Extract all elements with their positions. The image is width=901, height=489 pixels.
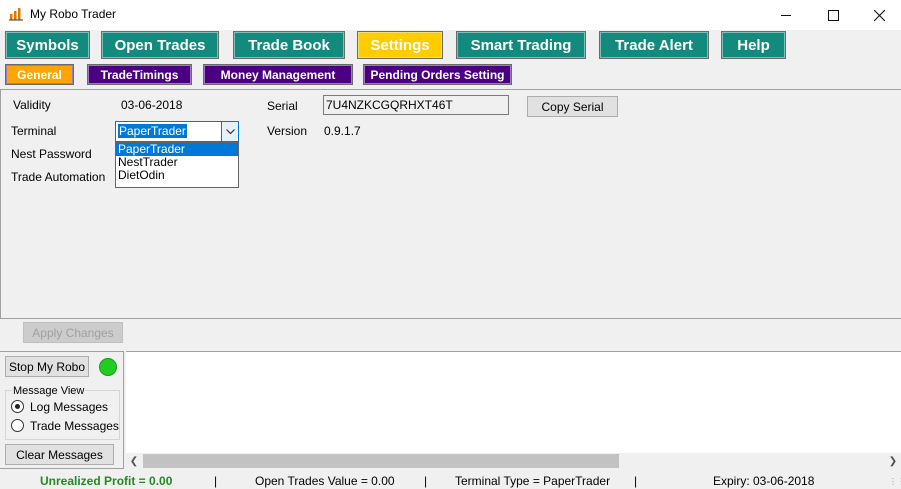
tab-symbols[interactable]: Symbols bbox=[5, 31, 90, 59]
log-messages-label[interactable]: Log Messages bbox=[30, 400, 108, 414]
tab-smart-trading[interactable]: Smart Trading bbox=[456, 31, 586, 59]
serial-label: Serial bbox=[267, 99, 298, 113]
terminal-selected-value: PaperTrader bbox=[118, 124, 187, 138]
log-messages-radio[interactable] bbox=[11, 400, 24, 413]
subtab-trade-timings[interactable]: TradeTimings bbox=[87, 64, 192, 85]
clear-messages-button[interactable]: Clear Messages bbox=[5, 444, 114, 465]
dropdown-arrow-button[interactable] bbox=[221, 122, 238, 141]
expiry-status: Expiry: 03-06-2018 bbox=[713, 474, 815, 488]
chevron-down-icon bbox=[225, 128, 235, 134]
terminal-dropdown-list: PaperTrader NestTrader DietOdin bbox=[115, 142, 239, 188]
serial-field[interactable]: 7U4NZKCGQRHXT46T bbox=[323, 95, 509, 115]
title-bar: My Robo Trader bbox=[0, 0, 901, 30]
scrollbar-thumb[interactable] bbox=[143, 454, 619, 468]
message-view-title: Message View bbox=[12, 385, 86, 397]
maximize-button[interactable] bbox=[810, 0, 856, 30]
app-chart-icon bbox=[9, 8, 23, 21]
trade-messages-radio[interactable] bbox=[11, 419, 24, 432]
trade-automation-label: Trade Automation bbox=[11, 170, 106, 184]
close-icon bbox=[873, 9, 885, 21]
tab-help[interactable]: Help bbox=[721, 31, 786, 59]
copy-serial-button[interactable]: Copy Serial bbox=[527, 96, 618, 117]
nest-password-label: Nest Password bbox=[11, 147, 92, 161]
window-title: My Robo Trader bbox=[30, 7, 117, 21]
status-separator: | bbox=[634, 474, 638, 488]
tab-settings[interactable]: Settings bbox=[357, 31, 443, 59]
resize-grip-icon[interactable]: ⋮⋮ bbox=[889, 477, 901, 487]
tab-open-trades[interactable]: Open Trades bbox=[101, 31, 219, 59]
tab-trade-alert[interactable]: Trade Alert bbox=[599, 31, 709, 59]
scroll-left-icon[interactable]: ❮ bbox=[126, 453, 142, 469]
terminal-select[interactable]: PaperTrader bbox=[115, 121, 239, 142]
subtab-money-management[interactable]: Money Management bbox=[203, 64, 353, 85]
trade-messages-label[interactable]: Trade Messages bbox=[30, 419, 119, 433]
minimize-button[interactable] bbox=[763, 0, 809, 30]
stop-robo-button[interactable]: Stop My Robo bbox=[5, 356, 89, 377]
subtab-general[interactable]: General bbox=[5, 64, 74, 85]
open-trades-value-status: Open Trades Value = 0.00 bbox=[255, 474, 395, 488]
unrealized-profit-status: Unrealized Profit = 0.00 bbox=[40, 474, 173, 488]
apply-changes-button[interactable]: Apply Changes bbox=[23, 322, 123, 343]
status-separator: | bbox=[214, 474, 218, 488]
status-separator: | bbox=[424, 474, 428, 488]
message-log-area[interactable] bbox=[126, 351, 901, 469]
validity-label: Validity bbox=[13, 98, 51, 112]
terminal-option-dietodin[interactable]: DietOdin bbox=[116, 169, 238, 182]
subtab-pending-orders-setting[interactable]: Pending Orders Setting bbox=[363, 64, 512, 85]
terminal-label: Terminal bbox=[11, 124, 57, 138]
status-bar: Unrealized Profit = 0.00 | Open Trades V… bbox=[0, 471, 901, 489]
terminal-type-status: Terminal Type = PaperTrader bbox=[455, 474, 611, 488]
version-label: Version bbox=[267, 124, 308, 138]
scroll-right-icon[interactable]: ❯ bbox=[885, 453, 901, 469]
validity-value: 03-06-2018 bbox=[121, 98, 183, 112]
version-value: 0.9.1.7 bbox=[324, 124, 361, 138]
tab-trade-book[interactable]: Trade Book bbox=[233, 31, 345, 59]
horizontal-scrollbar[interactable]: ❮ ❯ bbox=[126, 453, 901, 469]
robo-status-indicator bbox=[99, 358, 117, 376]
close-button[interactable] bbox=[856, 0, 901, 30]
